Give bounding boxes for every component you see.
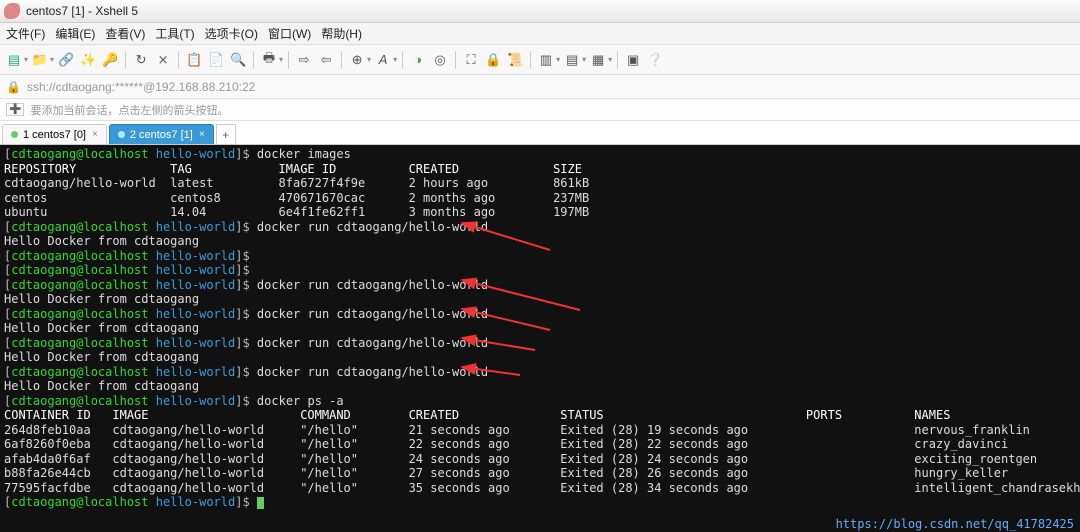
circle-icon[interactable]: ◎: [430, 50, 450, 70]
separator: [455, 51, 456, 69]
font-icon[interactable]: A: [373, 50, 393, 70]
globe-icon[interactable]: ⊕: [347, 50, 367, 70]
status-dot-icon: [118, 131, 125, 138]
menu-tabs[interactable]: 选项卡(O): [205, 25, 258, 42]
separator: [125, 51, 126, 69]
terminal-pane[interactable]: [cdtaogang@localhost hello-world]$ docke…: [0, 145, 1080, 532]
separator: [530, 51, 531, 69]
menu-view[interactable]: 查看(V): [105, 25, 145, 42]
separator: [253, 51, 254, 69]
dropdown-icon[interactable]: ▾: [279, 55, 283, 64]
receive-icon[interactable]: ⇦: [316, 50, 336, 70]
key-icon[interactable]: 🔑: [100, 50, 120, 70]
dropdown-icon[interactable]: ▾: [582, 55, 586, 64]
open-folder-icon[interactable]: 📁: [30, 50, 50, 70]
separator: [288, 51, 289, 69]
panel3-icon[interactable]: ▦: [588, 50, 608, 70]
disconnect-icon[interactable]: ⨯: [153, 50, 173, 70]
add-session-icon[interactable]: ➕: [6, 103, 24, 116]
separator: [617, 51, 618, 69]
tab-centos7-1[interactable]: 2 centos7 [1] ×: [109, 124, 214, 144]
panel2-icon[interactable]: ▤: [562, 50, 582, 70]
watermark: https://blog.csdn.net/qq_41782425: [836, 517, 1074, 532]
dropdown-icon[interactable]: ▾: [608, 55, 612, 64]
reconnect-icon[interactable]: ↻: [131, 50, 151, 70]
menubar: 文件(F) 编辑(E) 查看(V) 工具(T) 选项卡(O) 窗口(W) 帮助(…: [0, 23, 1080, 45]
send-icon[interactable]: ⇨: [294, 50, 314, 70]
dropdown-icon[interactable]: ▾: [556, 55, 560, 64]
close-icon[interactable]: ×: [199, 129, 205, 140]
fullscreen-icon[interactable]: ⛶: [461, 50, 481, 70]
print-icon[interactable]: 🖶: [259, 50, 279, 70]
tab-bar: 1 centos7 [0] × 2 centos7 [1] × +: [0, 121, 1080, 145]
dropdown-icon[interactable]: ▾: [367, 55, 371, 64]
lock-icon: 🔒: [6, 80, 21, 94]
magic-icon[interactable]: ✨: [78, 50, 98, 70]
new-session-icon[interactable]: ▤: [4, 50, 24, 70]
toolbar: ▤▾ 📁▾ 🔗 ✨ 🔑 ↻ ⨯ 📋 📄 🔍 🖶▾ ⇨ ⇦ ⊕▾ A▾ ◑ ◎ ⛶…: [0, 45, 1080, 75]
ssh-address: ssh://cdtaogang:******@192.168.88.210:22: [27, 80, 255, 94]
status-dot-icon: [11, 131, 18, 138]
menu-file[interactable]: 文件(F): [6, 25, 45, 42]
connect-icon[interactable]: 🔗: [56, 50, 76, 70]
menu-edit[interactable]: 编辑(E): [55, 25, 95, 42]
tab-centos7-0[interactable]: 1 centos7 [0] ×: [2, 124, 107, 144]
new-tab-button[interactable]: +: [216, 124, 236, 144]
hint-text: 要添加当前会话，点击左侧的箭头按钮。: [30, 102, 228, 118]
script-icon[interactable]: ▣: [623, 50, 643, 70]
scroll-icon[interactable]: 📜: [505, 50, 525, 70]
dropdown-icon[interactable]: ▾: [50, 55, 54, 64]
dropdown-icon[interactable]: ▾: [24, 55, 28, 64]
window-title: centos7 [1] - Xshell 5: [26, 4, 138, 18]
panel1-icon[interactable]: ▥: [536, 50, 556, 70]
address-bar[interactable]: 🔒 ssh://cdtaogang:******@192.168.88.210:…: [0, 75, 1080, 99]
dropdown-icon[interactable]: ▾: [393, 55, 397, 64]
separator: [178, 51, 179, 69]
menu-help[interactable]: 帮助(H): [321, 25, 362, 42]
annotation-arrow: [0, 145, 600, 532]
lock-icon[interactable]: 🔒: [483, 50, 503, 70]
tab-label: 2 centos7 [1]: [130, 129, 193, 141]
app-icon: [4, 3, 20, 19]
separator: [341, 51, 342, 69]
help-icon[interactable]: ❔: [645, 50, 665, 70]
copy-icon[interactable]: 📋: [184, 50, 204, 70]
menu-window[interactable]: 窗口(W): [268, 25, 311, 42]
menu-tools[interactable]: 工具(T): [155, 25, 194, 42]
color-icon[interactable]: ◑: [408, 50, 428, 70]
separator: [402, 51, 403, 69]
paste-icon[interactable]: 📄: [206, 50, 226, 70]
window-titlebar: centos7 [1] - Xshell 5: [0, 0, 1080, 23]
close-icon[interactable]: ×: [92, 129, 98, 140]
search-icon[interactable]: 🔍: [228, 50, 248, 70]
tab-label: 1 centos7 [0]: [23, 129, 86, 141]
hint-bar: ➕ 要添加当前会话，点击左侧的箭头按钮。: [0, 99, 1080, 121]
